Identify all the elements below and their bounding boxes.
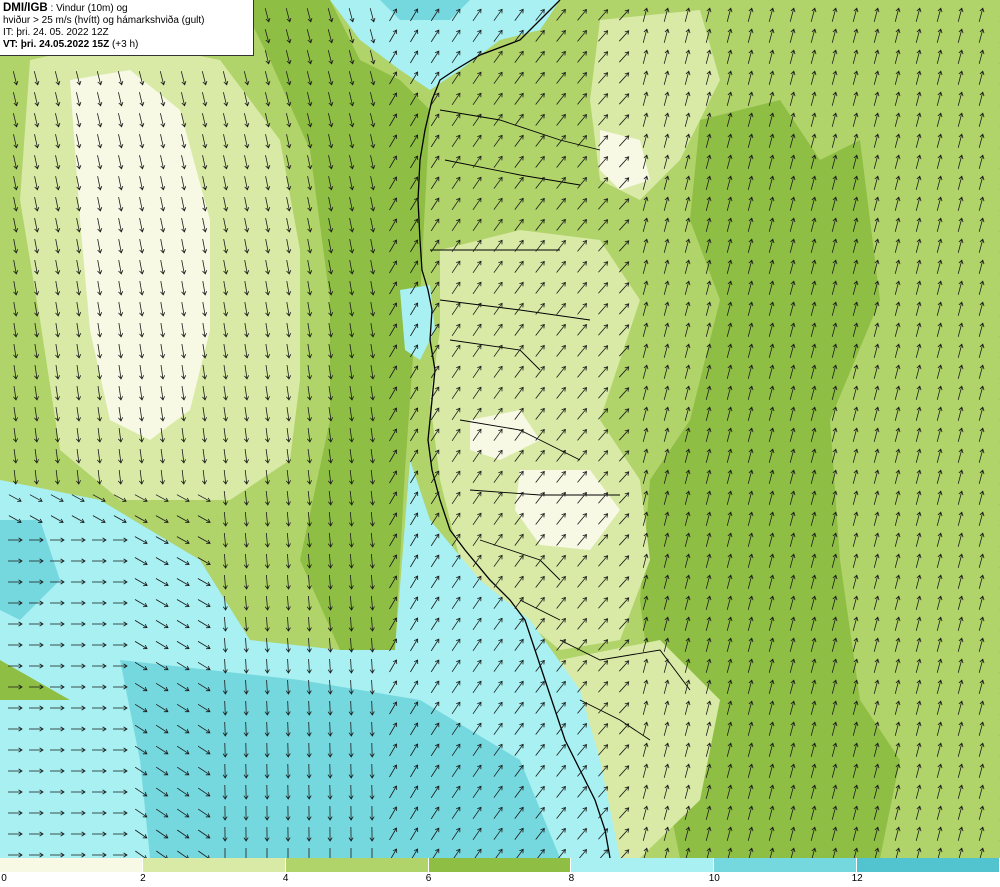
- valid-time-offset: (+3 h): [109, 39, 139, 50]
- product-label: : Vindur (10m) og: [47, 3, 128, 14]
- legend-swatch: [0, 858, 143, 872]
- legend-swatch: [714, 858, 858, 872]
- wind-field-svg: [0, 0, 1000, 858]
- legend-swatch: [285, 858, 429, 872]
- legend-tick-label: 12: [851, 873, 863, 884]
- legend-swatches: [0, 858, 1000, 872]
- color-legend: 0 2 4 6 8 10 12: [0, 858, 1000, 887]
- legend-tick-label: 6: [425, 873, 432, 884]
- legend-tick-label: 10: [708, 873, 720, 884]
- legend-tick-label: 2: [140, 873, 146, 884]
- legend-swatch: [142, 858, 286, 872]
- legend-swatch: [857, 858, 1000, 872]
- valid-time: VT: þri. 24.05.2022 15Z (+3 h): [3, 39, 250, 51]
- legend-swatch: [428, 858, 572, 872]
- forecast-info-box: DMI/IGB : Vindur (10m) og hviður > 25 m/…: [0, 0, 254, 56]
- issue-time: IT: þri. 24. 05. 2022 12Z: [3, 27, 109, 38]
- info-line-2: hviður > 25 m/s (hvítt) og hámarkshviða …: [3, 15, 205, 26]
- legend-tick-label: 0: [1, 873, 7, 884]
- wind-map[interactable]: DMI/IGB : Vindur (10m) og hviður > 25 m/…: [0, 0, 1000, 858]
- legend-tick-label: 8: [568, 873, 575, 884]
- brand-label: DMI/IGB: [3, 2, 48, 14]
- legend-swatch: [571, 858, 715, 872]
- info-line-1: DMI/IGB : Vindur (10m) og: [3, 2, 250, 15]
- valid-time-label: VT: þri. 24.05.2022 15Z: [3, 39, 110, 50]
- legend-tick-label: 4: [282, 873, 289, 884]
